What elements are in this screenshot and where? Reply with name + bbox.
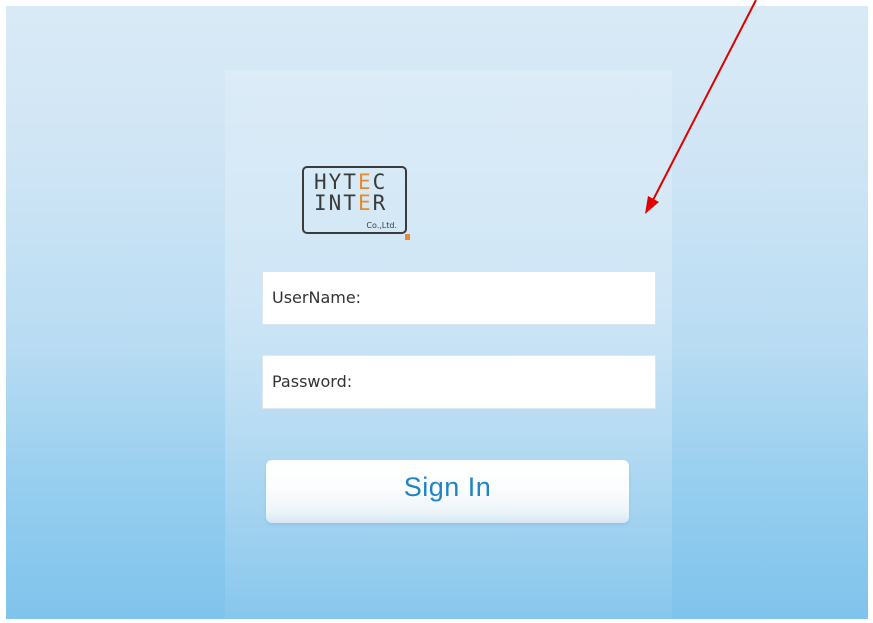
password-field[interactable]: Password:: [262, 355, 656, 409]
username-field[interactable]: UserName:: [262, 271, 656, 325]
login-page: HYTEC INTER Co.,Ltd. UserName: Password:…: [0, 0, 873, 623]
password-input[interactable]: [378, 364, 652, 402]
password-label: Password:: [272, 372, 353, 391]
company-logo: HYTEC INTER Co.,Ltd.: [302, 166, 410, 240]
login-panel: [225, 70, 672, 619]
sign-in-label: Sign In: [403, 472, 492, 502]
username-label: UserName:: [272, 288, 362, 307]
logo-accent-mark: [405, 234, 410, 240]
logo-line-2: INTER: [314, 191, 388, 215]
logo-line-1: HYTEC: [314, 170, 388, 194]
sign-in-button[interactable]: Sign In: [266, 460, 629, 523]
username-input[interactable]: [378, 280, 652, 318]
logo-company-suffix: Co.,Ltd.: [366, 221, 397, 230]
